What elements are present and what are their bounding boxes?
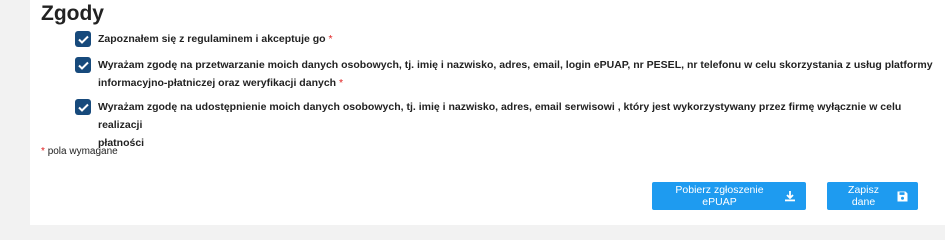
section-title: Zgody xyxy=(41,2,104,25)
consent-terms-text: Zapoznałem się z regulaminem i akceptuje… xyxy=(98,33,326,45)
consent-data-processing-text-line1: Wyrażam zgodę na przetwarzanie moich dan… xyxy=(98,59,933,71)
download-epuap-label: Pobierz zgłoszenie ePUAP xyxy=(675,184,764,208)
consent-data-processing-label: Wyrażam zgodę na przetwarzanie moich dan… xyxy=(98,56,933,92)
consent-data-sharing: Wyrażam zgodę na udostępnienie moich dan… xyxy=(75,99,945,152)
download-icon xyxy=(784,190,796,202)
consent-data-processing-checkbox[interactable] xyxy=(75,57,91,73)
consent-data-processing: Wyrażam zgodę na przetwarzanie moich dan… xyxy=(75,57,933,92)
consent-data-sharing-label: Wyrażam zgodę na udostępnienie moich dan… xyxy=(98,98,945,152)
consent-terms-label: Zapoznałem się z regulaminem i akceptuje… xyxy=(98,30,333,48)
consent-terms-checkbox[interactable] xyxy=(75,31,91,47)
check-icon xyxy=(77,103,89,112)
save-data-button[interactable]: Zapisz dane xyxy=(827,182,918,210)
required-mark: * xyxy=(328,33,333,45)
required-fields-note: * pola wymagane xyxy=(41,146,118,157)
consents-panel: Zgody Zapoznałem się z regulaminem i akc… xyxy=(30,0,945,225)
download-epuap-button[interactable]: Pobierz zgłoszenie ePUAP xyxy=(652,182,806,210)
consent-data-processing-text-line2: informacyjno-płatniczej oraz weryfikacji… xyxy=(98,77,337,89)
floppy-disk-icon xyxy=(897,191,908,202)
check-icon xyxy=(77,61,89,70)
check-icon xyxy=(77,35,89,44)
required-mark: * xyxy=(339,77,344,89)
consent-data-sharing-text-line1: Wyrażam zgodę na udostępnienie moich dan… xyxy=(98,101,902,131)
consent-terms: Zapoznałem się z regulaminem i akceptuje… xyxy=(75,31,333,48)
required-note-text: pola wymagane xyxy=(47,146,118,157)
save-data-label: Zapisz dane xyxy=(848,184,879,208)
required-mark: * xyxy=(41,146,45,157)
consent-data-sharing-checkbox[interactable] xyxy=(75,99,91,115)
